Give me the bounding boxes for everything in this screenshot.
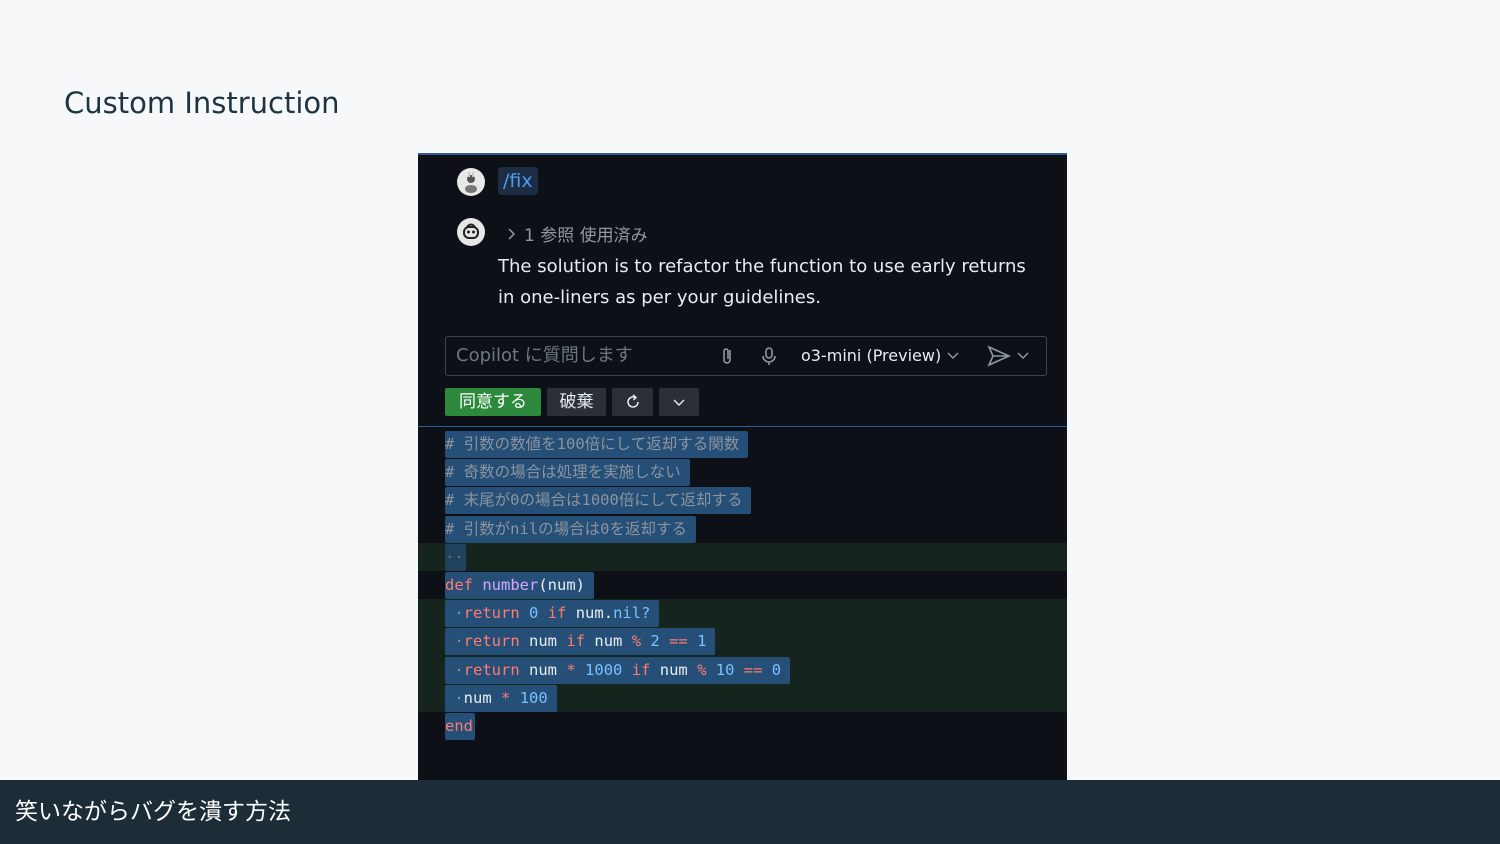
chat-input[interactable]: Copilot に質問します o3-mini (Preview) (445, 336, 1047, 376)
send-icon[interactable] (987, 345, 1011, 367)
code-line-added: ·return num * 1000 if num % 10 == 0 (418, 655, 1067, 684)
code-comment: # 引数がnilの場合は0を返却する (445, 515, 696, 543)
slash-command-fix: /fix (498, 167, 538, 195)
paperclip-icon[interactable] (718, 346, 738, 366)
redo-button[interactable] (612, 388, 653, 416)
whitespace-marker: ·· (445, 543, 466, 571)
copilot-icon (457, 218, 485, 246)
accept-button[interactable]: 同意する (445, 388, 541, 416)
code-return-thousand: ·return num * 1000 if num % 10 == 0 (445, 656, 791, 684)
copilot-chat-panel: /fix 1 参照 使用済み The solution is to refact… (418, 153, 1067, 780)
references-toggle[interactable]: 1 参照 使用済み (506, 221, 648, 246)
references-label: 1 参照 使用済み (524, 226, 648, 246)
code-comment: # 引数の数値を100倍にして返却する関数 (445, 431, 749, 458)
more-actions-button[interactable] (659, 388, 699, 416)
code-line-added: ·· (418, 542, 1067, 571)
microphone-icon[interactable] (759, 346, 779, 366)
code-return-hundred: ·num * 100 (445, 684, 557, 712)
assistant-answer: The solution is to refactor the function… (498, 256, 1026, 308)
code-editor[interactable]: # 引数の数値を100倍にして返却する関数 # 奇数の場合は処理を実施しない #… (418, 430, 1067, 740)
send-options-chevron-icon[interactable] (1017, 352, 1029, 360)
footer-title: 笑いながらバグを潰す方法 (15, 799, 291, 825)
code-comment: # 末尾が0の場合は1000倍にして返却する (445, 487, 752, 515)
chat-input-placeholder: Copilot に質問します (456, 345, 633, 366)
code-line-added: ·return 0 if num.nil? (418, 599, 1067, 628)
discard-button[interactable]: 破棄 (547, 388, 606, 416)
code-end: end (445, 712, 475, 740)
code-line: def number(num) (418, 571, 1067, 599)
redo-icon (626, 394, 639, 408)
chevron-down-icon (673, 399, 685, 406)
code-comment: # 奇数の場合は処理を実施しない (445, 459, 690, 487)
code-line-added: ·return num if num % 2 == 1 (418, 627, 1067, 656)
chevron-down-icon (947, 352, 959, 359)
code-return-odd: ·return num if num % 2 == 1 (445, 628, 716, 656)
code-line: end (418, 712, 1067, 740)
slide-title: Custom Instruction (64, 86, 340, 120)
model-selector[interactable]: o3-mini (Preview) (801, 337, 959, 375)
code-def-line: def number(num) (445, 571, 595, 599)
code-line: # 末尾が0の場合は1000倍にして返却する (418, 486, 1067, 515)
code-line-added: ·num * 100 (418, 683, 1067, 712)
model-label: o3-mini (Preview) (801, 346, 942, 365)
chevron-right-icon (508, 227, 516, 240)
panel-top-border (418, 153, 1067, 155)
editor-divider (418, 426, 1067, 427)
code-line: # 引数がnilの場合は0を返却する (418, 515, 1067, 543)
user-avatar-icon (457, 168, 485, 196)
code-return-nil: ·return 0 if num.nil? (445, 600, 660, 628)
code-line: # 引数の数値を100倍にして返却する関数 (418, 430, 1067, 458)
code-line: # 奇数の場合は処理を実施しない (418, 458, 1067, 487)
slide-footer: 笑いながらバグを潰す方法 (0, 780, 1500, 844)
